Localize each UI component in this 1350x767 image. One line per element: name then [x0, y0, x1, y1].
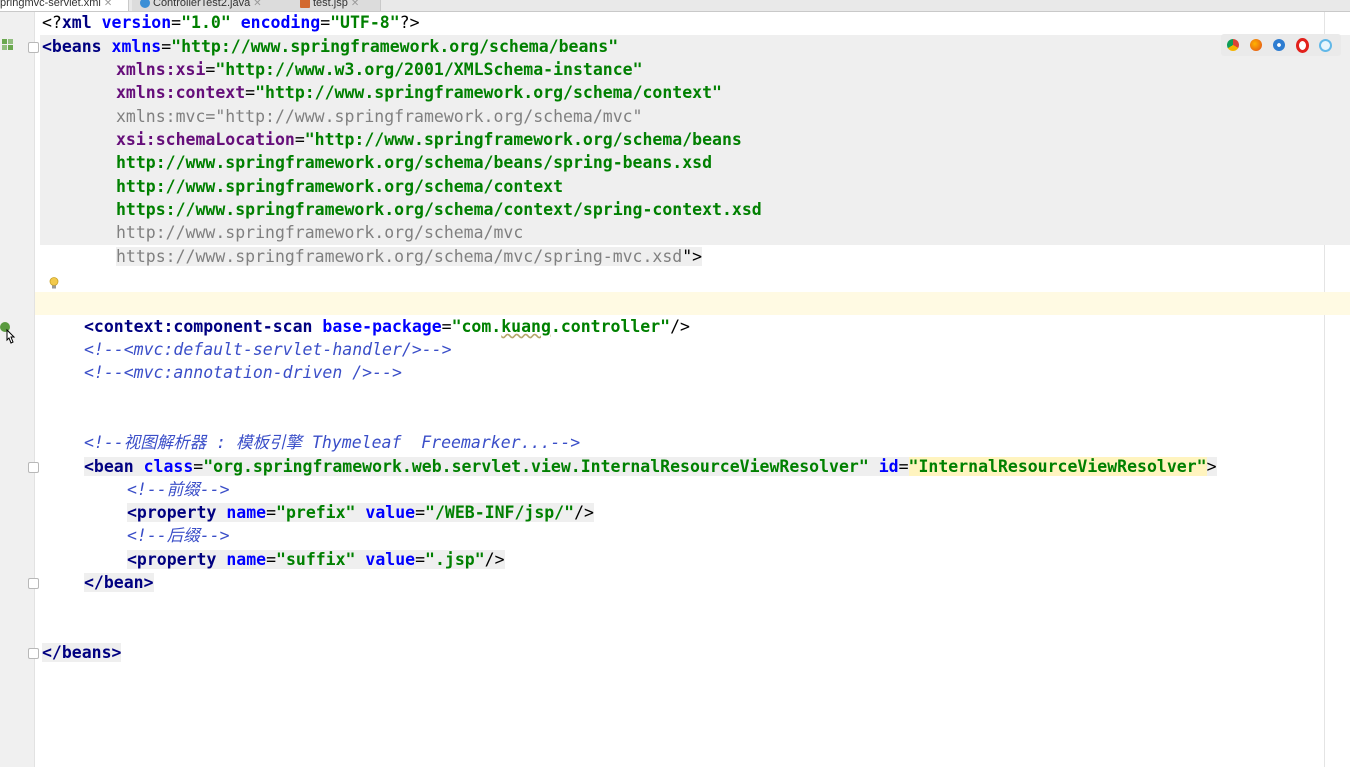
code-line-xmlns-context: xmlns:context="http://www.springframewor…	[116, 83, 722, 102]
tab-test-jsp[interactable]: test.jsp ✕	[294, 0, 381, 11]
close-icon[interactable]: ✕	[253, 0, 261, 9]
tab-label: test.jsp	[313, 0, 348, 9]
close-icon[interactable]: ✕	[351, 0, 359, 9]
code-line-mvc-xsd: https://www.springframework.org/schema/m…	[116, 247, 703, 266]
tab-springmvc-servlet-xml[interactable]: pringmvc-servlet.xml ✕	[0, 0, 129, 11]
code-line-comment-view-resolver: <!--视图解析器 : 模板引擎 Thymeleaf Freemarker...…	[84, 433, 581, 452]
code-line-comment-annotation-driven: <!--<mvc:annotation-driven />-->	[84, 363, 402, 382]
java-class-icon	[140, 0, 150, 9]
code-line-context-xsd: https://www.springframework.org/schema/c…	[116, 200, 762, 219]
fold-end-icon[interactable]	[28, 578, 39, 589]
code-line-comment-default-servlet: <!--<mvc:default-servlet-handler/>-->	[84, 340, 452, 359]
code-line-mvc-ns: http://www.springframework.org/schema/mv…	[116, 223, 524, 242]
fold-toggle-icon[interactable]	[28, 42, 39, 53]
intention-bulb-icon[interactable]	[49, 277, 59, 290]
code-line-property-suffix: <property name="suffix" value=".jsp"/>	[127, 550, 505, 569]
code-line-comment-prefix: <!--前缀-->	[127, 480, 230, 499]
tab-label: ControllerTest2.java	[153, 0, 251, 9]
tab-label: pringmvc-servlet.xml	[0, 0, 101, 9]
firefox-icon[interactable]	[1250, 39, 1262, 51]
fold-toggle-icon[interactable]	[28, 462, 39, 473]
code-line-schema-location: xsi:schemaLocation="http://www.springfra…	[116, 130, 742, 149]
chrome-icon[interactable]	[1227, 39, 1239, 51]
code-line-comment-suffix: <!--后缀-->	[127, 526, 230, 545]
opera-icon[interactable]	[1296, 38, 1309, 53]
spring-bean-icon[interactable]	[0, 37, 16, 55]
component-scan-icon[interactable]	[0, 318, 18, 348]
ie-icon[interactable]	[1319, 39, 1332, 52]
code-line-xml-declaration: <?xml version="1.0" encoding="UTF-8"?>	[42, 13, 420, 32]
code-line-bean-open: <bean class="org.springframework.web.ser…	[84, 457, 1217, 476]
fold-end-icon[interactable]	[28, 648, 39, 659]
tab-controllertest2-java[interactable]: ControllerTest2.java ✕	[132, 0, 299, 11]
safari-icon[interactable]	[1273, 39, 1285, 51]
code-line-beans-open: <beans xmlns="http://www.springframework…	[42, 37, 619, 56]
code-line-beans-xsd: http://www.springframework.org/schema/be…	[116, 153, 713, 172]
close-icon[interactable]: ✕	[104, 0, 112, 9]
code-line-bean-close: </bean>	[84, 573, 154, 592]
browser-preview-toolbar	[1221, 34, 1341, 56]
current-line-highlight	[35, 292, 1350, 315]
code-line-xmlns-xsi: xmlns:xsi="http://www.w3.org/2001/XMLSch…	[116, 60, 643, 79]
code-line-xmlns-mvc: xmlns:mvc="http://www.springframework.or…	[116, 107, 643, 126]
code-line-component-scan: <context:component-scan base-package="co…	[84, 317, 690, 336]
code-line-beans-close: </beans>	[42, 643, 122, 662]
jsp-file-icon	[300, 0, 310, 9]
code-line-property-prefix: <property name="prefix" value="/WEB-INF/…	[127, 503, 594, 522]
code-line-context-ns: http://www.springframework.org/schema/co…	[116, 177, 564, 196]
